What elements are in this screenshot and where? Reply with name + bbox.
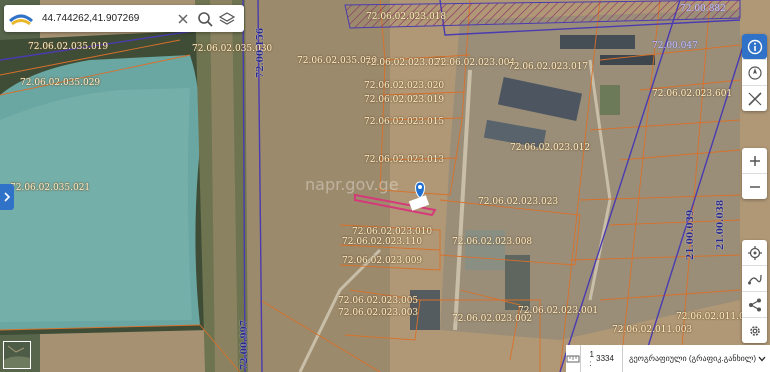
parcel-label: 72.06.02.023.010 [352,227,433,237]
chevron-right-icon [4,192,11,202]
search-bar [4,5,244,32]
parcel-label: 72.06.02.023.005 [338,296,419,306]
watermark: napr.gov.ge [305,175,399,194]
parcel-label: 72.06.02.023.601 [652,89,733,99]
parcel-label: 72.06.02.023.110 [342,237,423,247]
building [560,35,635,49]
route-icon[interactable] [742,265,767,291]
panel-toggle-button[interactable] [0,184,14,210]
ruler-pencil-icon[interactable] [742,85,767,111]
parcel-label: 72.06.02.023.020 [364,81,445,91]
zone-label: 72.00.047 [652,41,698,51]
ruler-icon[interactable] [566,345,582,372]
parcel-label: 72.06.02.035.021 [10,183,91,193]
scale-display: 1 : 3334 [581,345,623,372]
basemap-selector[interactable]: გეოგრაფიული (გრაფიკ.განხილ) [623,354,770,363]
parcel-label: 72.06.02.023.023 [478,197,559,207]
plus-icon[interactable] [742,148,767,173]
building [465,230,505,270]
parcel-label: 72.06.02.023.004 [435,58,516,68]
search-icon[interactable] [194,8,216,30]
minus-icon[interactable] [742,173,767,199]
gear-icon[interactable] [742,317,767,343]
status-bar: 1 : 3334 გეოგრაფიული (გრაფიკ.განხილ) [566,345,770,372]
tree-cluster [600,85,620,115]
parcel-label: 72.06.02.035.029 [20,78,101,88]
zone-label: 21.00.038 [716,199,726,250]
zone-label: 21.00.039 [686,209,696,260]
map-actions-panel [742,240,767,343]
zone-label: 72.00.997 [240,319,250,370]
basemap-label: გეოგრაფიული (გრაფიკ.განხილ) [628,354,756,363]
compass-icon[interactable] [742,59,767,85]
parcel-label: 72.06.02.023.009 [342,256,423,266]
chevron-down-icon [758,356,766,361]
parcel-label: 72.06.02.011.003 [612,325,693,335]
parcel-label: 72.06.02.023.018 [366,12,447,22]
parcel-label: 72.06.02.035.019 [28,42,109,52]
zoom-control [742,148,767,199]
map-tools-panel [742,34,767,111]
parcel-label: 72.06.02.023.015 [364,117,445,127]
scale-value: 3334 [596,354,614,363]
parcel-label: 72.06.02.023.008 [452,237,533,247]
parcel-label: 72.06.02.023.001 [518,306,599,316]
share-icon[interactable] [742,291,767,317]
building [600,55,655,65]
search-input[interactable] [40,12,172,25]
minimap-thumbnail[interactable] [3,341,31,369]
scale-prefix: 1 : [589,349,594,368]
parcel-label: 72.06.02.023.019 [364,95,445,105]
crosshair-icon[interactable] [742,240,767,265]
parcel-label: 72.06.02.023.012 [510,143,591,153]
zone-label: 72.00.156 [256,27,266,78]
layers-icon[interactable] [216,8,238,30]
parcel-label: 72.06.02.023.013 [364,155,445,165]
parcel-label: 72.06.02.023.003 [338,308,419,318]
close-icon[interactable] [172,8,194,30]
info-icon[interactable] [742,34,767,59]
parcel-label: 72.06.02.023.017 [508,62,589,72]
zone-label: 72.00.882 [680,4,726,14]
napr-logo-icon [8,14,34,25]
parcel-label: 72.06.02.023.021 [365,58,446,68]
